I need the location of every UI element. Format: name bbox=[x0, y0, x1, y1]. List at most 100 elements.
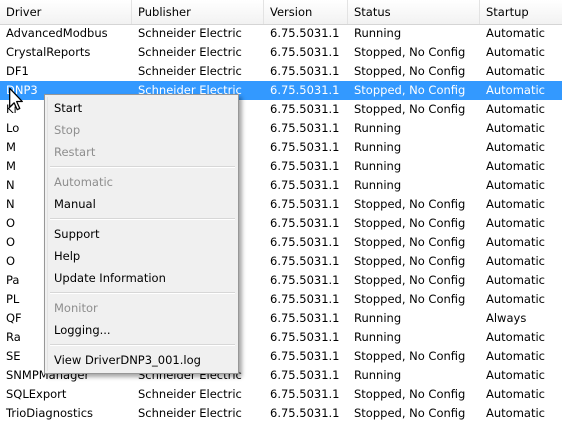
cell-startup: Automatic bbox=[486, 273, 545, 287]
menu-item-automatic[interactable]: Automatic bbox=[47, 171, 236, 193]
cell-startup: Always bbox=[486, 311, 527, 325]
menu-separator bbox=[50, 292, 235, 294]
cell-publisher: Schneider Electric bbox=[138, 64, 242, 78]
menu-item-help[interactable]: Help bbox=[47, 245, 236, 267]
cell-status: Stopped, No Config bbox=[354, 349, 466, 363]
table-row[interactable]: TrioDiagnostics Schneider Electric 6.75.50… bbox=[0, 404, 562, 423]
cell-startup: Automatic bbox=[486, 254, 545, 268]
cell-startup: Automatic bbox=[486, 349, 545, 363]
cell-status: Stopped, No Config bbox=[354, 64, 466, 78]
cell-status: Stopped, No Config bbox=[354, 197, 466, 211]
cell-startup: Automatic bbox=[486, 83, 545, 97]
cell-startup: Automatic bbox=[486, 45, 545, 59]
cell-version: 6.75.5031.1 bbox=[270, 387, 340, 401]
cell-startup: Automatic bbox=[486, 178, 545, 192]
cell-status: Running bbox=[354, 121, 402, 135]
column-header-driver[interactable]: Driver bbox=[0, 0, 132, 24]
menu-separator bbox=[50, 218, 235, 220]
cell-status: Running bbox=[354, 178, 402, 192]
cell-startup: Automatic bbox=[486, 64, 545, 78]
cell-status: Running bbox=[354, 159, 402, 173]
cell-status: Stopped, No Config bbox=[354, 83, 466, 97]
cell-status: Stopped, No Config bbox=[354, 406, 466, 420]
cell-version: 6.75.5031.1 bbox=[270, 330, 340, 344]
cell-version: 6.75.5031.1 bbox=[270, 26, 340, 40]
cell-startup: Automatic bbox=[486, 387, 545, 401]
cell-version: 6.75.5031.1 bbox=[270, 311, 340, 325]
menu-item-stop[interactable]: Stop bbox=[47, 119, 236, 141]
cell-publisher: Schneider Electric bbox=[138, 387, 242, 401]
cell-version: 6.75.5031.1 bbox=[270, 292, 340, 306]
cell-status: Running bbox=[354, 26, 402, 40]
cell-status: Running bbox=[354, 140, 402, 154]
cell-startup: Automatic bbox=[486, 330, 545, 344]
cell-version: 6.75.5031.1 bbox=[270, 368, 340, 382]
cell-status: Stopped, No Config bbox=[354, 254, 466, 268]
cell-version: 6.75.5031.1 bbox=[270, 83, 340, 97]
cell-status: Stopped, No Config bbox=[354, 273, 466, 287]
cell-startup: Automatic bbox=[486, 121, 545, 135]
cell-version: 6.75.5031.1 bbox=[270, 140, 340, 154]
cell-startup: Automatic bbox=[486, 406, 545, 420]
cell-version: 6.75.5031.1 bbox=[270, 235, 340, 249]
cell-status: Stopped, No Config bbox=[354, 216, 466, 230]
table-row[interactable]: DF1 Schneider Electric 6.75.5031.1 Stopped,… bbox=[0, 62, 562, 81]
menu-item-manual[interactable]: Manual bbox=[47, 193, 236, 215]
table-row[interactable]: SQLExport Schneider Electric 6.75.5031.1 St… bbox=[0, 385, 562, 404]
cell-version: 6.75.5031.1 bbox=[270, 216, 340, 230]
table-row[interactable]: AdvancedModbus Schneider Electric 6.75.503… bbox=[0, 24, 562, 43]
cell-status: Running bbox=[354, 330, 402, 344]
cell-driver: AdvancedModbus bbox=[6, 26, 108, 40]
cell-startup: Automatic bbox=[486, 368, 545, 382]
column-header-version[interactable]: Version bbox=[264, 0, 348, 24]
cell-version: 6.75.5031.1 bbox=[270, 159, 340, 173]
cell-driver: CrystalReports bbox=[6, 45, 91, 59]
cell-status: Stopped, No Config bbox=[354, 235, 466, 249]
cell-version: 6.75.5031.1 bbox=[270, 197, 340, 211]
column-header-status[interactable]: Status bbox=[348, 0, 480, 24]
mouse-pointer-icon bbox=[9, 87, 23, 111]
cell-startup: Automatic bbox=[486, 159, 545, 173]
cell-startup: Automatic bbox=[486, 216, 545, 230]
menu-item-logging[interactable]: Logging... bbox=[47, 319, 236, 341]
cell-version: 6.75.5031.1 bbox=[270, 45, 340, 59]
cell-driver: DF1 bbox=[6, 64, 29, 78]
menu-item-update-information[interactable]: Update Information bbox=[47, 267, 236, 289]
cell-driver: TrioDiagnostics bbox=[6, 406, 94, 420]
cell-startup: Automatic bbox=[486, 26, 545, 40]
column-header: Driver Publisher Version Status Startup bbox=[0, 0, 562, 25]
cell-status: Running bbox=[354, 368, 402, 382]
cell-startup: Automatic bbox=[486, 102, 545, 116]
cell-status: Stopped, No Config bbox=[354, 292, 466, 306]
menu-item-support[interactable]: Support bbox=[47, 223, 236, 245]
menu-item-monitor[interactable]: Monitor bbox=[47, 297, 236, 319]
cell-version: 6.75.5031.1 bbox=[270, 121, 340, 135]
cell-startup: Automatic bbox=[486, 140, 545, 154]
cell-startup: Automatic bbox=[486, 292, 545, 306]
cell-status: Stopped, No Config bbox=[354, 45, 466, 59]
cell-publisher: Schneider Electric bbox=[138, 45, 242, 59]
cell-version: 6.75.5031.1 bbox=[270, 273, 340, 287]
cell-status: Stopped, No Config bbox=[354, 387, 466, 401]
cell-publisher: Schneider Electric bbox=[138, 406, 242, 420]
menu-separator bbox=[50, 344, 235, 346]
table-row[interactable]: CrystalReports Schneider Electric 6.75.503… bbox=[0, 43, 562, 62]
cell-status: Stopped, No Config bbox=[354, 102, 466, 116]
cell-version: 6.75.5031.1 bbox=[270, 102, 340, 116]
menu-item-restart[interactable]: Restart bbox=[47, 141, 236, 163]
column-header-startup[interactable]: Startup bbox=[480, 0, 562, 24]
cell-startup: Automatic bbox=[486, 235, 545, 249]
cell-driver: SQLExport bbox=[6, 387, 67, 401]
cell-publisher: Schneider Electric bbox=[138, 26, 242, 40]
cell-version: 6.75.5031.1 bbox=[270, 254, 340, 268]
column-header-publisher[interactable]: Publisher bbox=[132, 0, 264, 24]
cell-status: Running bbox=[354, 311, 402, 325]
cell-version: 6.75.5031.1 bbox=[270, 64, 340, 78]
menu-item-view-log[interactable]: View DriverDNP3_001.log bbox=[47, 349, 236, 371]
cell-version: 6.75.5031.1 bbox=[270, 178, 340, 192]
menu-separator bbox=[50, 166, 235, 168]
cell-version: 6.75.5031.1 bbox=[270, 349, 340, 363]
menu-item-start[interactable]: Start bbox=[47, 97, 236, 119]
context-menu: Start Stop Restart Automatic Manual Supp… bbox=[44, 94, 239, 374]
cell-version: 6.75.5031.1 bbox=[270, 406, 340, 420]
